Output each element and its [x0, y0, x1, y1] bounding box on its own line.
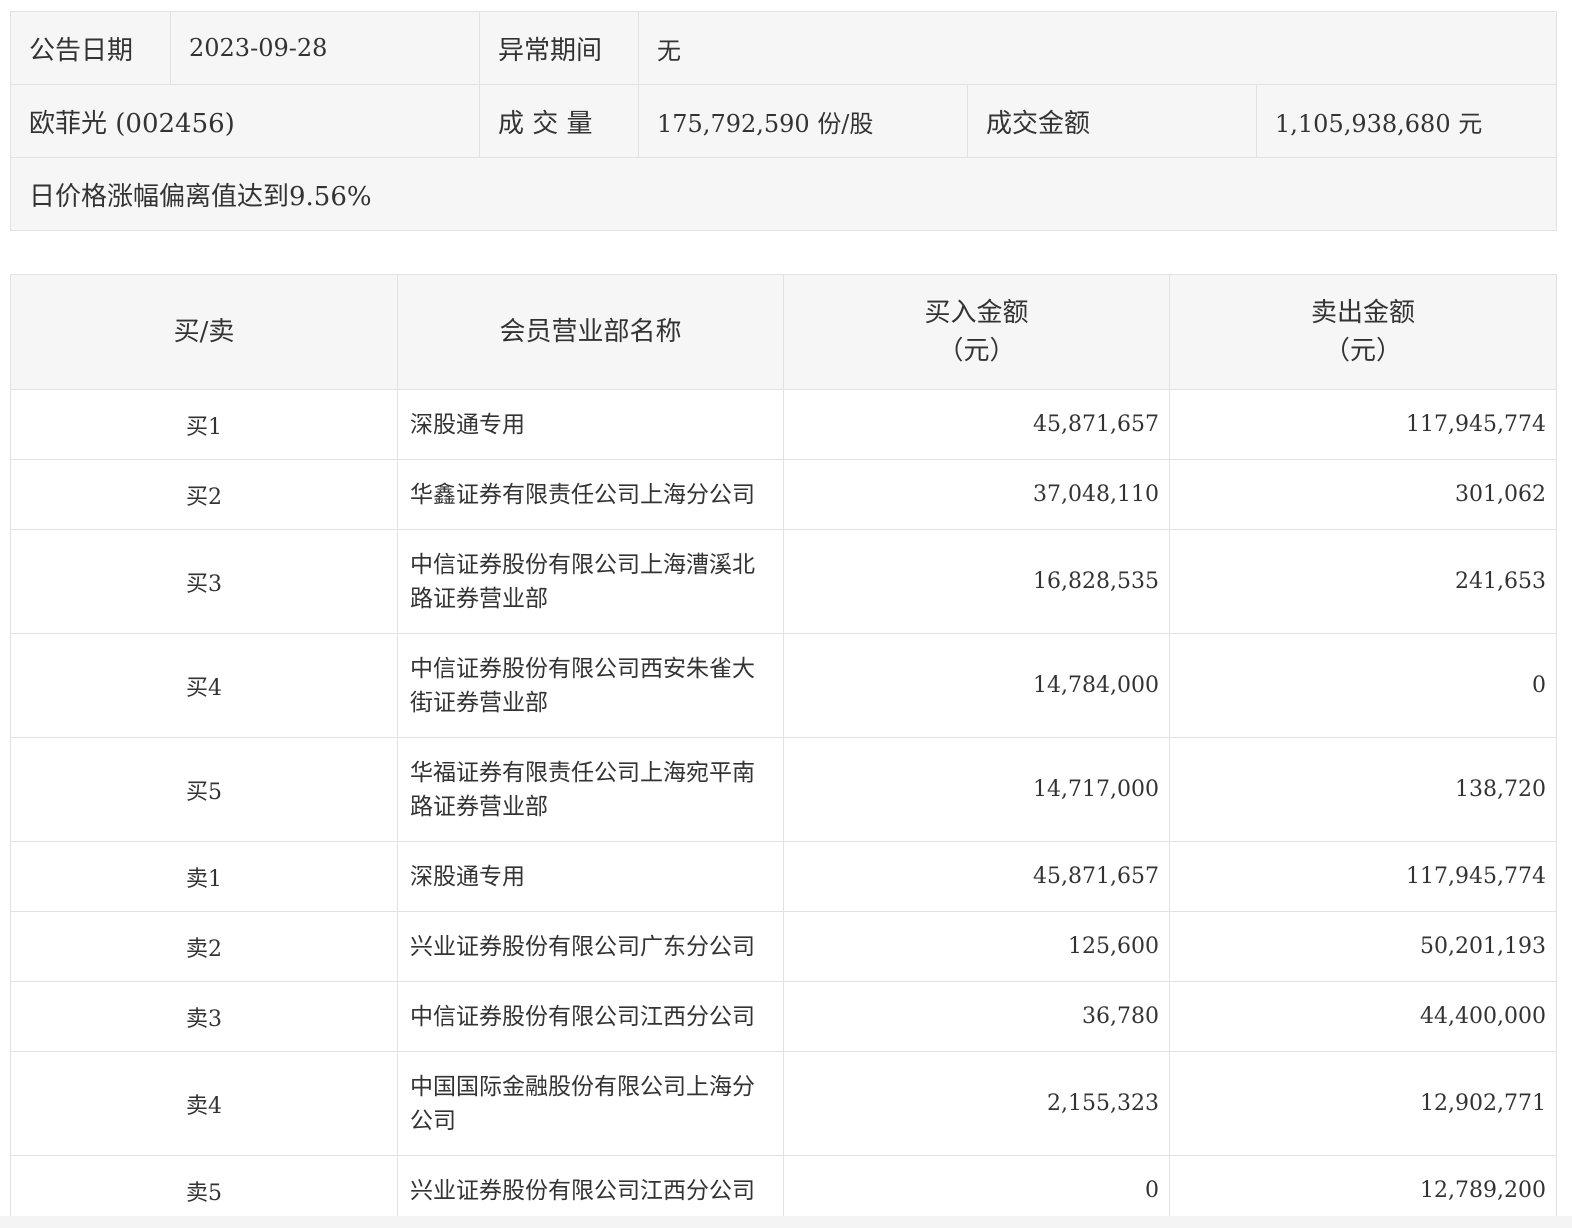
row-side: 买3: [10, 529, 398, 634]
row-buy-amount: 14,717,000: [783, 737, 1170, 842]
stock-name: 欧菲光 (002456): [10, 84, 480, 158]
trading-seats-table: 买/卖 会员营业部名称 买入金额 （元） 卖出金额 （元） 买1 深股通专用 4…: [10, 274, 1557, 1226]
table-row: 卖5 兴业证券股份有限公司江西分公司 0 12,789,200: [10, 1155, 1557, 1226]
row-side: 买4: [10, 633, 398, 738]
table-row: 卖3 中信证券股份有限公司江西分公司 36,780 44,400,000: [10, 981, 1557, 1052]
row-member-name: 深股通专用: [397, 841, 784, 912]
row-side: 卖5: [10, 1155, 398, 1226]
announcement-info-table: 公告日期 2023-09-28 异常期间 无 欧菲光 (002456) 成 交 …: [9, 11, 1558, 231]
row-side: 买1: [10, 389, 398, 460]
row-buy-amount: 45,871,657: [783, 389, 1170, 460]
header-side: 买/卖: [10, 274, 398, 390]
row-member-name: 兴业证券股份有限公司广东分公司: [397, 911, 784, 982]
row-side: 买2: [10, 459, 398, 530]
row-buy-amount: 14,784,000: [783, 633, 1170, 738]
table-row: 卖4 中国国际金融股份有限公司上海分公司 2,155,323 12,902,77…: [10, 1051, 1557, 1156]
row-sell-amount: 50,201,193: [1169, 911, 1557, 982]
table-row: 买2 华鑫证券有限责任公司上海分公司 37,048,110 301,062: [10, 459, 1557, 530]
amount-value: 1,105,938,680 元: [1255, 84, 1558, 158]
header-sell-amount-unit: （元）: [1323, 336, 1402, 366]
row-member-name: 中国国际金融股份有限公司上海分公司: [397, 1051, 784, 1156]
date-label: 公告日期: [10, 11, 171, 85]
volume-label: 成 交 量: [479, 84, 639, 158]
row-sell-amount: 138,720: [1169, 737, 1557, 842]
row-buy-amount: 37,048,110: [783, 459, 1170, 530]
header-member-name: 会员营业部名称: [397, 274, 784, 390]
table-row: 买5 华福证券有限责任公司上海宛平南路证券营业部 14,717,000 138,…: [10, 737, 1557, 842]
header-buy-amount-unit: （元）: [937, 336, 1016, 366]
info-row-date: 公告日期 2023-09-28 异常期间 无: [10, 11, 1558, 85]
row-buy-amount: 2,155,323: [783, 1051, 1170, 1156]
row-sell-amount: 12,902,771: [1169, 1051, 1557, 1156]
amount-label: 成交金额: [967, 84, 1257, 158]
table-row: 卖2 兴业证券股份有限公司广东分公司 125,600 50,201,193: [10, 911, 1557, 982]
info-row-reason: 日价格涨幅偏离值达到9.56%: [9, 157, 1558, 231]
row-member-name: 中信证券股份有限公司西安朱雀大街证券营业部: [397, 633, 784, 738]
row-sell-amount: 241,653: [1169, 529, 1557, 634]
date-value: 2023-09-28: [170, 11, 480, 85]
volume-value: 175,792,590 份/股: [638, 84, 968, 158]
table-row: 卖1 深股通专用 45,871,657 117,945,774: [10, 841, 1557, 912]
header-buy-amount-label: 买入金额: [924, 298, 1029, 328]
bottom-divider: [0, 1216, 1572, 1228]
row-buy-amount: 0: [783, 1155, 1170, 1226]
table-row: 买1 深股通专用 45,871,657 117,945,774: [10, 389, 1557, 460]
row-side: 买5: [10, 737, 398, 842]
info-row-trade: 欧菲光 (002456) 成 交 量 175,792,590 份/股 成交金额 …: [10, 84, 1558, 158]
row-buy-amount: 125,600: [783, 911, 1170, 982]
abnormal-period-label: 异常期间: [479, 11, 639, 85]
row-buy-amount: 36,780: [783, 981, 1170, 1052]
reason-text: 日价格涨幅偏离值达到9.56%: [9, 157, 1558, 231]
row-member-name: 华福证券有限责任公司上海宛平南路证券营业部: [397, 737, 784, 842]
header-sell-amount-label: 卖出金额: [1310, 298, 1415, 328]
row-side: 卖3: [10, 981, 398, 1052]
row-member-name: 华鑫证券有限责任公司上海分公司: [397, 459, 784, 530]
table-row: 买3 中信证券股份有限公司上海漕溪北路证券营业部 16,828,535 241,…: [10, 529, 1557, 634]
header-sell-amount: 卖出金额 （元）: [1169, 274, 1557, 390]
table-row: 买4 中信证券股份有限公司西安朱雀大街证券营业部 14,784,000 0: [10, 633, 1557, 738]
header-buy-amount: 买入金额 （元）: [783, 274, 1170, 390]
row-member-name: 深股通专用: [397, 389, 784, 460]
row-sell-amount: 44,400,000: [1169, 981, 1557, 1052]
row-sell-amount: 117,945,774: [1169, 841, 1557, 912]
row-side: 卖1: [10, 841, 398, 912]
row-side: 卖4: [10, 1051, 398, 1156]
row-sell-amount: 12,789,200: [1169, 1155, 1557, 1226]
row-sell-amount: 301,062: [1169, 459, 1557, 530]
row-sell-amount: 0: [1169, 633, 1557, 738]
row-member-name: 中信证券股份有限公司江西分公司: [397, 981, 784, 1052]
abnormal-period-value: 无: [637, 11, 1558, 85]
row-buy-amount: 45,871,657: [783, 841, 1170, 912]
row-buy-amount: 16,828,535: [783, 529, 1170, 634]
row-sell-amount: 117,945,774: [1169, 389, 1557, 460]
row-side: 卖2: [10, 911, 398, 982]
row-member-name: 兴业证券股份有限公司江西分公司: [397, 1155, 784, 1226]
row-member-name: 中信证券股份有限公司上海漕溪北路证券营业部: [397, 529, 784, 634]
table-header-row: 买/卖 会员营业部名称 买入金额 （元） 卖出金额 （元）: [10, 274, 1557, 390]
